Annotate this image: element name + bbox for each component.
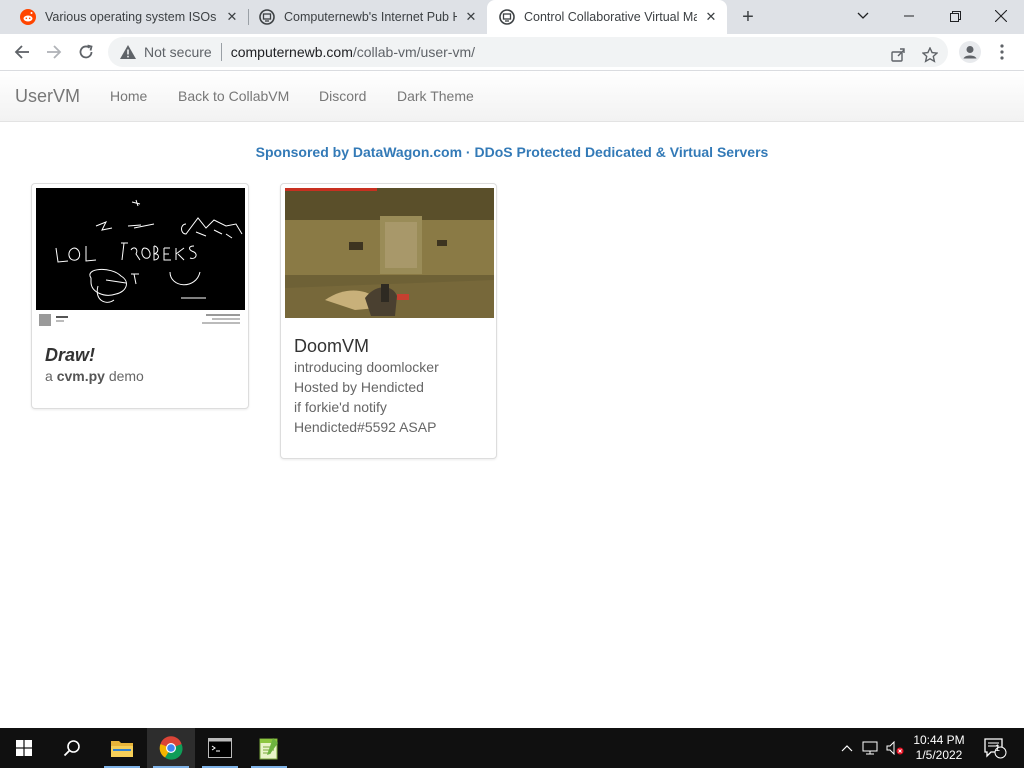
chrome-icon[interactable] [147, 728, 195, 768]
vm-description-line: if forkie'd notify [294, 399, 387, 415]
taskbar-clock[interactable]: 10:44 PM 1/5/2022 [902, 733, 976, 763]
vm-desc-prefix: a [45, 368, 57, 384]
profile-avatar-icon[interactable] [956, 38, 984, 66]
file-explorer-icon[interactable] [98, 728, 146, 768]
search-icon[interactable] [48, 728, 96, 768]
close-window-icon[interactable] [978, 0, 1024, 32]
vm-card-doomvm[interactable]: DoomVM introducing doomlocker Hosted by … [280, 183, 497, 459]
network-icon[interactable] [860, 728, 882, 768]
close-tab-icon[interactable]: ✕ [701, 7, 721, 27]
minimize-icon[interactable] [886, 0, 932, 32]
notepad-plus-plus-icon[interactable] [245, 728, 293, 768]
tab-title: Various operating system ISOs : d [45, 10, 218, 24]
share-icon[interactable] [888, 45, 908, 65]
reddit-icon [20, 9, 36, 25]
bookmark-star-icon[interactable] [920, 45, 940, 65]
nav-link-back-to-collabvm[interactable]: Back to CollabVM [178, 88, 289, 104]
browser-toolbar: Not secure computernewb.com /collab-vm/u… [0, 34, 1024, 71]
url-host: computernewb.com [230, 44, 353, 60]
vm-card-draw[interactable]: Draw! a cvm.py demo [31, 183, 249, 409]
tab-reddit[interactable]: Various operating system ISOs : d ✕ [0, 0, 248, 34]
vm-title: Draw! [45, 345, 96, 365]
nav-link-home[interactable]: Home [110, 88, 147, 104]
nav-link-discord[interactable]: Discord [319, 88, 366, 104]
tab-computernewb[interactable]: Computernewb's Internet Pub Hu ✕ [239, 0, 487, 34]
tab-collabvm[interactable]: Control Collaborative Virtual Ma ✕ [487, 0, 727, 34]
warning-icon[interactable] [120, 44, 136, 60]
sponsor-link[interactable]: Sponsored by DataWagon.com · DDoS Protec… [0, 144, 1024, 160]
windows-taskbar: 10:44 PM 1/5/2022 1 [0, 728, 1024, 768]
divider [220, 43, 222, 61]
collabvm-icon [499, 9, 515, 25]
menu-dots-icon[interactable] [988, 38, 1016, 66]
vm-title: DoomVM [294, 336, 370, 356]
url-path: /collab-vm/user-vm/ [352, 44, 476, 60]
vm-description-line: introducing doomlocker [294, 359, 439, 375]
vm-desc-bold: cvm.py [56, 368, 105, 384]
collabvm-icon [259, 9, 275, 25]
clock-date: 1/5/2022 [915, 748, 963, 762]
chevron-up-icon[interactable] [838, 728, 856, 768]
new-tab-icon[interactable]: + [736, 5, 760, 29]
vm-thumbnail[interactable] [36, 188, 245, 330]
vm-description-line: Hendicted#5592 ASAP [294, 419, 437, 435]
security-label: Not secure [144, 44, 212, 60]
tab-search-icon[interactable] [840, 0, 886, 32]
notification-center-icon[interactable]: 1 [980, 728, 1010, 768]
reload-icon[interactable] [72, 38, 100, 66]
address-bar[interactable]: Not secure computernewb.com /collab-vm/u… [108, 37, 948, 67]
vm-desc-suffix: demo [104, 368, 144, 384]
start-icon[interactable] [0, 728, 48, 768]
back-icon[interactable] [8, 38, 36, 66]
browser-tab-strip: Various operating system ISOs : d ✕ Comp… [0, 0, 1024, 34]
vm-description: a cvm.py demo [45, 368, 144, 384]
terminal-icon[interactable] [196, 728, 244, 768]
notification-count: 1 [995, 743, 1001, 753]
site-brand[interactable]: UserVM [15, 86, 80, 107]
vm-thumbnail[interactable] [285, 188, 494, 318]
nav-link-dark-theme[interactable]: Dark Theme [397, 88, 474, 104]
clock-time: 10:44 PM [913, 733, 965, 747]
tab-title: Computernewb's Internet Pub Hu [284, 10, 457, 24]
restore-icon[interactable] [932, 0, 978, 32]
close-tab-icon[interactable]: ✕ [461, 7, 481, 27]
tab-title: Control Collaborative Virtual Ma [524, 10, 697, 24]
vm-description-line: Hosted by Hendicted [294, 379, 424, 395]
site-navbar: UserVM Home Back to CollabVM Discord Dar… [0, 71, 1024, 122]
forward-icon[interactable] [40, 38, 68, 66]
